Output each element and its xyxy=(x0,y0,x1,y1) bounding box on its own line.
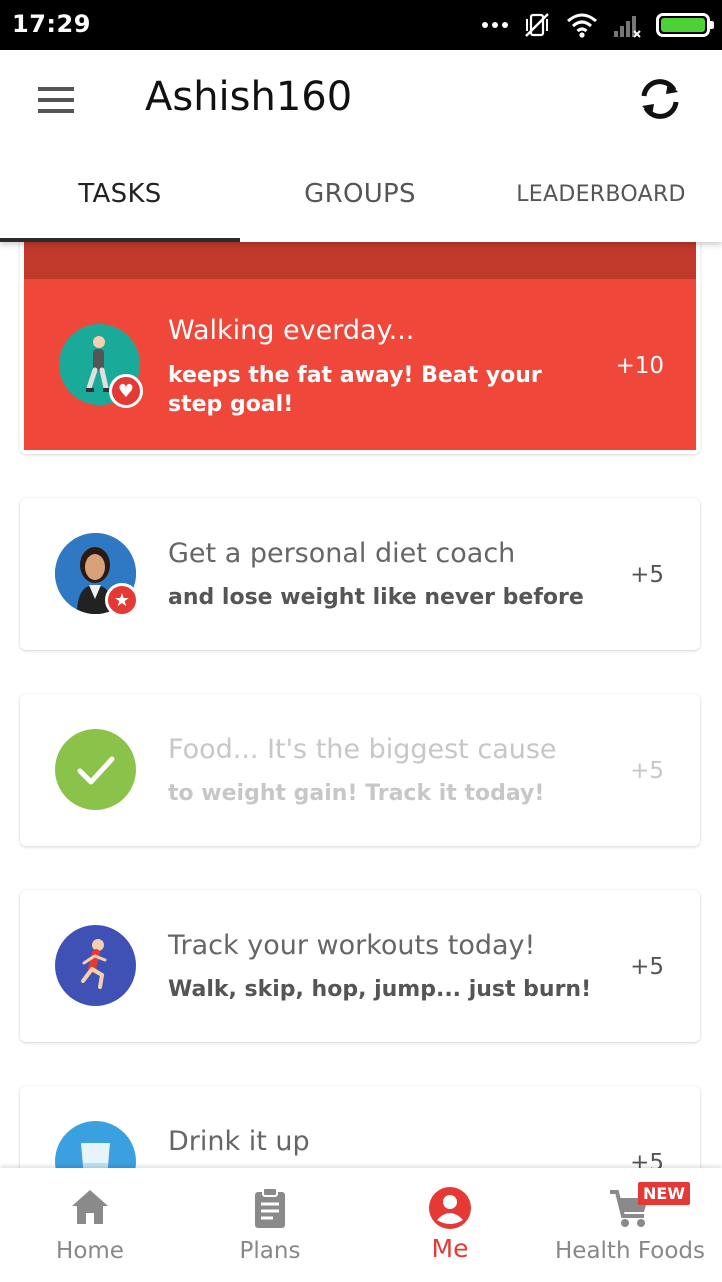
nav-health-foods[interactable]: Health Foods xyxy=(540,1168,720,1282)
task-points: +5 xyxy=(630,954,664,980)
bottom-navigation: Home Plans Me Health Foods NEW xyxy=(0,1168,722,1282)
task-card-walking: ♥ Walking everday... keeps the fat away!… xyxy=(20,242,700,454)
app-title: Ashish160 xyxy=(145,74,353,120)
task-card-diet-coach[interactable]: ★ Get a personal diet coach and lose wei… xyxy=(20,498,700,650)
check-icon xyxy=(55,729,136,810)
tab-bar: TASKS GROUPS LEADERBOARD xyxy=(0,146,722,242)
active-tab-indicator xyxy=(0,238,240,242)
task-points: +5 xyxy=(630,1150,664,1168)
task-title: Get a personal diet coach xyxy=(168,538,516,569)
nav-label: Health Foods xyxy=(555,1238,705,1264)
nav-label: Me xyxy=(431,1234,469,1263)
tab-groups[interactable]: GROUPS xyxy=(240,146,480,242)
status-time: 17:29 xyxy=(12,10,91,38)
nav-label: Home xyxy=(56,1238,124,1264)
signal-icon xyxy=(614,16,641,38)
app-bar: Ashish160 TASKS GROUPS LEADERBOARD xyxy=(0,50,722,242)
nav-home[interactable]: Home xyxy=(0,1168,180,1282)
task-points: +5 xyxy=(630,562,664,588)
heart-icon: ♥ xyxy=(109,374,143,408)
clipboard-icon xyxy=(255,1187,285,1228)
task-card-drink[interactable]: Drink it up +5 xyxy=(20,1086,700,1168)
task-card-food[interactable]: Food... It's the biggest cause to weight… xyxy=(20,694,700,846)
star-icon: ★ xyxy=(105,583,139,617)
tab-tasks[interactable]: TASKS xyxy=(0,146,240,242)
water-glass-icon xyxy=(55,1121,136,1168)
task-title: Food... It's the biggest cause xyxy=(168,734,557,765)
task-title: Drink it up xyxy=(168,1126,310,1157)
task-title: Track your workouts today! xyxy=(168,930,536,961)
task-card-workouts[interactable]: Track your workouts today! Walk, skip, h… xyxy=(20,890,700,1042)
task-subtitle: and lose weight like never before xyxy=(168,585,584,610)
walking-icon: ♥ xyxy=(59,324,143,408)
task-points: +5 xyxy=(630,758,664,784)
task-points: +10 xyxy=(615,353,664,379)
sync-icon[interactable] xyxy=(636,74,684,124)
task-subtitle: Walk, skip, hop, jump... just burn! xyxy=(168,977,592,1002)
profile-icon xyxy=(429,1187,471,1229)
tab-leaderboard[interactable]: LEADERBOARD xyxy=(480,146,722,242)
card-header-band xyxy=(24,242,696,279)
nav-label: Plans xyxy=(239,1238,301,1264)
task-card-walking-body[interactable]: ♥ Walking everday... keeps the fat away!… xyxy=(24,279,696,450)
nav-plans[interactable]: Plans xyxy=(180,1168,360,1282)
task-list: ♥ Walking everday... keeps the fat away!… xyxy=(0,242,722,1168)
more-dots-icon xyxy=(482,22,508,28)
wifi-icon xyxy=(567,13,597,38)
battery-fill xyxy=(661,18,705,32)
task-subtitle: keeps the fat away! Beat your step goal! xyxy=(168,363,542,417)
menu-icon[interactable] xyxy=(38,87,74,113)
vibrate-off-icon xyxy=(525,13,549,37)
status-bar: 17:29 xyxy=(0,0,722,50)
home-icon xyxy=(72,1190,108,1224)
runner-icon xyxy=(55,925,136,1006)
coach-avatar: ★ xyxy=(55,533,139,617)
task-title: Walking everday... xyxy=(168,315,415,346)
task-subtitle: to weight gain! Track it today! xyxy=(168,781,545,806)
nav-me[interactable]: Me xyxy=(360,1168,540,1282)
status-icons xyxy=(482,8,714,42)
battery-icon xyxy=(656,13,714,37)
new-badge: NEW xyxy=(638,1182,690,1205)
